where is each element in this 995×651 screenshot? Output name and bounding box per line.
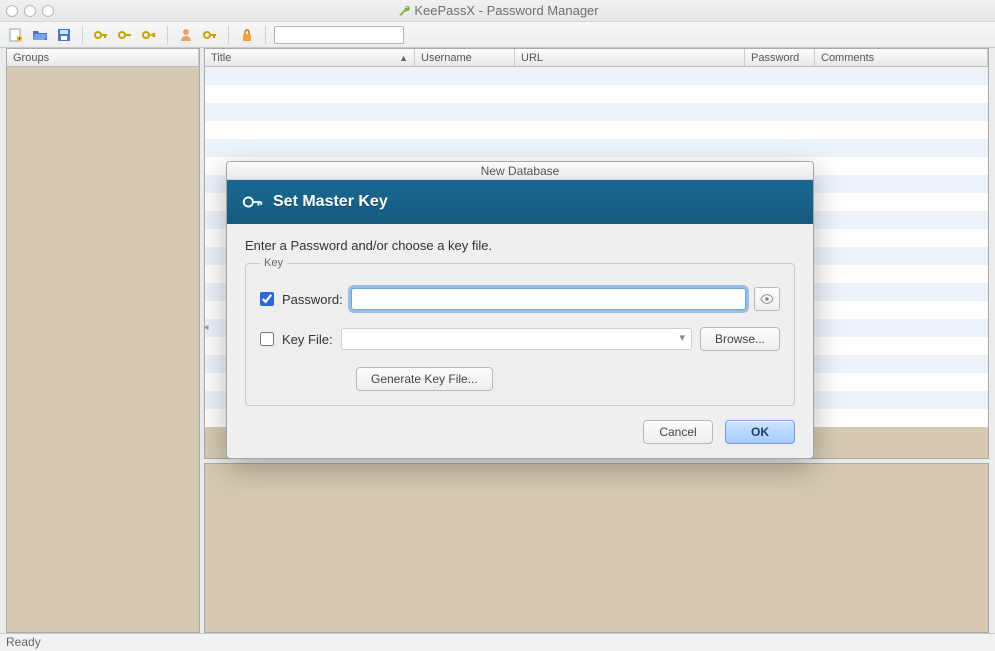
- sort-asc-icon: ▲: [399, 53, 408, 63]
- key-fieldset: Key Password: Key File: Browse... Genera…: [245, 257, 795, 406]
- add-entry-button[interactable]: [91, 25, 111, 45]
- groups-header: Groups: [7, 49, 199, 67]
- keyfile-label: Key File:: [282, 332, 333, 347]
- copy-username-button[interactable]: [176, 25, 196, 45]
- new-file-icon: [8, 27, 24, 43]
- keyfile-checkbox[interactable]: [260, 332, 274, 346]
- lock-icon: [239, 27, 255, 43]
- user-icon: [178, 27, 194, 43]
- dialog-footer: Cancel OK: [227, 416, 813, 458]
- status-bar: Ready: [0, 633, 995, 651]
- lock-database-button[interactable]: [237, 25, 257, 45]
- detail-pane: [204, 463, 989, 633]
- col-username[interactable]: Username: [415, 49, 515, 66]
- password-checkbox[interactable]: [260, 292, 274, 306]
- generate-keyfile-button[interactable]: Generate Key File...: [356, 367, 493, 391]
- toolbar-search-input[interactable]: [274, 26, 404, 44]
- table-row[interactable]: [205, 85, 988, 103]
- toolbar-separator: [265, 26, 266, 44]
- key-legend: Key: [260, 257, 287, 269]
- close-window-icon[interactable]: [6, 5, 18, 17]
- table-row[interactable]: [205, 67, 988, 85]
- window-traffic-lights: [6, 5, 54, 17]
- password-row: Password:: [260, 287, 780, 311]
- toggle-password-visibility-button[interactable]: [754, 287, 780, 311]
- keyfile-combo[interactable]: [341, 328, 692, 350]
- main-toolbar: [0, 22, 995, 48]
- save-database-button[interactable]: [54, 25, 74, 45]
- browse-button[interactable]: Browse...: [700, 327, 780, 351]
- save-icon: [56, 27, 72, 43]
- delete-entry-button[interactable]: [139, 25, 159, 45]
- dialog-instruction: Enter a Password and/or choose a key fil…: [245, 238, 795, 253]
- keyfile-row: Key File: Browse...: [260, 327, 780, 351]
- groups-pane[interactable]: Groups: [6, 48, 200, 633]
- table-row[interactable]: [205, 121, 988, 139]
- new-database-dialog: New Database Set Master Key Enter a Pass…: [226, 161, 814, 459]
- copy-password-button[interactable]: [200, 25, 220, 45]
- key-edit-icon: [117, 27, 133, 43]
- key-delete-icon: [141, 27, 157, 43]
- dialog-title: New Database: [227, 162, 813, 180]
- dialog-banner-title: Set Master Key: [273, 193, 388, 211]
- toolbar-separator: [82, 26, 83, 44]
- master-password-input[interactable]: [351, 288, 746, 310]
- entries-header: Title▲ Username URL Password Comments: [205, 49, 988, 67]
- open-folder-icon: [32, 27, 48, 43]
- generate-row: Generate Key File...: [356, 367, 780, 391]
- table-row[interactable]: [205, 103, 988, 121]
- dialog-banner: Set Master Key: [227, 180, 813, 224]
- groups-header-label: Groups: [7, 49, 199, 66]
- toolbar-separator: [228, 26, 229, 44]
- edit-entry-button[interactable]: [115, 25, 135, 45]
- col-url[interactable]: URL: [515, 49, 745, 66]
- eye-icon: [760, 292, 774, 306]
- minimize-window-icon[interactable]: [24, 5, 36, 17]
- new-database-button[interactable]: [6, 25, 26, 45]
- col-title[interactable]: Title▲: [205, 49, 415, 66]
- zoom-window-icon[interactable]: [42, 5, 54, 17]
- app-logo-icon: [396, 4, 410, 18]
- open-database-button[interactable]: [30, 25, 50, 45]
- status-text: Ready: [6, 635, 41, 649]
- toolbar-separator: [167, 26, 168, 44]
- password-label: Password:: [282, 292, 343, 307]
- window-title: KeePassX - Password Manager: [0, 3, 995, 18]
- master-key-icon: [241, 191, 263, 213]
- cancel-button[interactable]: Cancel: [643, 420, 713, 444]
- key-icon: [202, 27, 218, 43]
- vertical-splitter[interactable]: ◂: [202, 312, 210, 342]
- col-password[interactable]: Password: [745, 49, 815, 66]
- window-titlebar: KeePassX - Password Manager: [0, 0, 995, 22]
- dialog-body: Enter a Password and/or choose a key fil…: [227, 224, 813, 416]
- table-row[interactable]: [205, 139, 988, 157]
- ok-button[interactable]: OK: [725, 420, 795, 444]
- key-add-icon: [93, 27, 109, 43]
- col-comments[interactable]: Comments: [815, 49, 988, 66]
